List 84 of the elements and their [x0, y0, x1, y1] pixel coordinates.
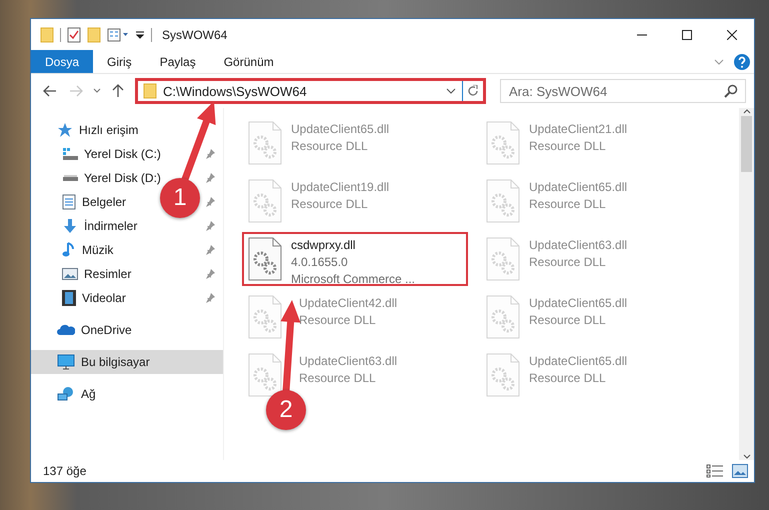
- scrollbar-thumb[interactable]: [741, 116, 752, 172]
- refresh-icon[interactable]: [467, 85, 479, 97]
- chevron-down-icon[interactable]: [714, 58, 724, 64]
- gear-file-icon: [486, 295, 520, 339]
- window-title: SysWOW64: [162, 28, 228, 42]
- sidebar-item[interactable]: Yerel Disk (C:): [84, 147, 161, 161]
- close-icon: [726, 30, 736, 40]
- sidebar-item[interactable]: Belgeler: [82, 195, 126, 209]
- ribbon-tab[interactable]: Paylaş: [146, 50, 210, 73]
- sidebar-item[interactable]: Ağ: [81, 387, 96, 401]
- ribbon-tab[interactable]: Görünüm: [210, 50, 288, 73]
- file-name: UpdateClient63.dll: [529, 237, 628, 254]
- chevron-up-icon[interactable]: [742, 108, 750, 114]
- gear-file-icon: [486, 353, 520, 397]
- gear-file-icon: [248, 179, 282, 223]
- sidebar-item[interactable]: İndirmeler: [84, 219, 138, 233]
- checklist-icon[interactable]: [67, 26, 81, 42]
- search-icon: [724, 84, 738, 98]
- sidebar-item[interactable]: Yerel Disk (D:): [84, 171, 161, 185]
- search-field[interactable]: Ara: SysWOW64: [500, 79, 746, 103]
- file-detail: Resource DLL: [291, 196, 369, 213]
- file-detail: 4.0.1655.0: [291, 254, 349, 271]
- cloud-icon: [57, 324, 75, 336]
- file-name: UpdateClient42.dll: [299, 295, 398, 312]
- star-icon: [57, 122, 73, 138]
- file-detail: Microsoft Commerce ...: [291, 271, 416, 288]
- details-view-icon[interactable]: [706, 464, 724, 478]
- sidebar-item[interactable]: Videolar: [82, 291, 126, 305]
- file-detail: Resource DLL: [291, 138, 369, 155]
- file-name: UpdateClient19.dll: [291, 179, 390, 196]
- item-count: 137 öğe: [43, 464, 88, 478]
- file-detail: Resource DLL: [299, 370, 377, 387]
- file-detail: Resource DLL: [529, 312, 607, 329]
- drive-icon: [62, 147, 78, 161]
- gear-file-icon: [486, 179, 520, 223]
- file-name: UpdateClient65.dll: [529, 295, 628, 312]
- maximize-icon: [682, 30, 692, 40]
- sidebar-item[interactable]: OneDrive: [81, 323, 132, 337]
- help-icon[interactable]: [734, 54, 750, 70]
- back-arrow-icon: [43, 85, 57, 97]
- sidebar-item[interactable]: Resimler: [84, 267, 132, 281]
- file-name: UpdateClient63.dll: [299, 353, 398, 370]
- forward-arrow-icon: [69, 85, 83, 97]
- file-detail: Resource DLL: [299, 312, 377, 329]
- file-detail: Resource DLL: [529, 254, 607, 271]
- address-bar[interactable]: C:\Windows\SysWOW64: [135, 78, 486, 104]
- dropdown-icon[interactable]: [135, 30, 145, 40]
- sidebar-item[interactable]: Bu bilgisayar: [81, 355, 150, 369]
- gear-file-icon: [248, 295, 282, 339]
- chevron-down-icon[interactable]: [742, 454, 750, 460]
- folder-icon: [87, 26, 101, 42]
- file-name: UpdateClient65.dll: [291, 121, 390, 138]
- film-icon: [62, 290, 76, 306]
- monitor-icon: [57, 354, 75, 370]
- file-detail: Resource DLL: [529, 370, 607, 387]
- document-icon: [62, 194, 76, 210]
- download-arrow-icon: [62, 218, 78, 234]
- file-name: csdwprxy.dll: [291, 237, 356, 254]
- picture-icon: [62, 267, 78, 281]
- gear-file-icon: [248, 353, 282, 397]
- file-name: UpdateClient21.dll: [529, 121, 628, 138]
- gear-file-icon: [248, 237, 282, 281]
- up-arrow-icon: [112, 84, 124, 98]
- file-name: UpdateClient65.dll: [529, 353, 628, 370]
- network-icon: [57, 386, 75, 402]
- ribbon-tab[interactable]: Dosya: [31, 50, 94, 73]
- address-path: C:\Windows\SysWOW64: [163, 84, 308, 98]
- sidebar-item[interactable]: Müzik: [82, 243, 114, 257]
- gear-file-icon: [486, 237, 520, 281]
- folder-icon: [143, 83, 157, 99]
- gear-file-icon: [486, 121, 520, 165]
- drive-icon: [62, 174, 78, 182]
- music-note-icon: [62, 242, 76, 258]
- sidebar-item[interactable]: Hızlı erişim: [79, 123, 138, 137]
- folder-icon: [40, 26, 54, 42]
- file-detail: Resource DLL: [529, 196, 607, 213]
- caret-icon: [93, 88, 101, 94]
- file-detail: Resource DLL: [529, 138, 607, 155]
- properties-icon[interactable]: [107, 28, 129, 42]
- caret-icon[interactable]: [446, 88, 456, 94]
- ribbon-tab[interactable]: Giriş: [93, 50, 146, 73]
- large-icons-view-icon[interactable]: [732, 464, 748, 478]
- file-name: UpdateClient65.dll: [529, 179, 628, 196]
- gear-file-icon: [248, 121, 282, 165]
